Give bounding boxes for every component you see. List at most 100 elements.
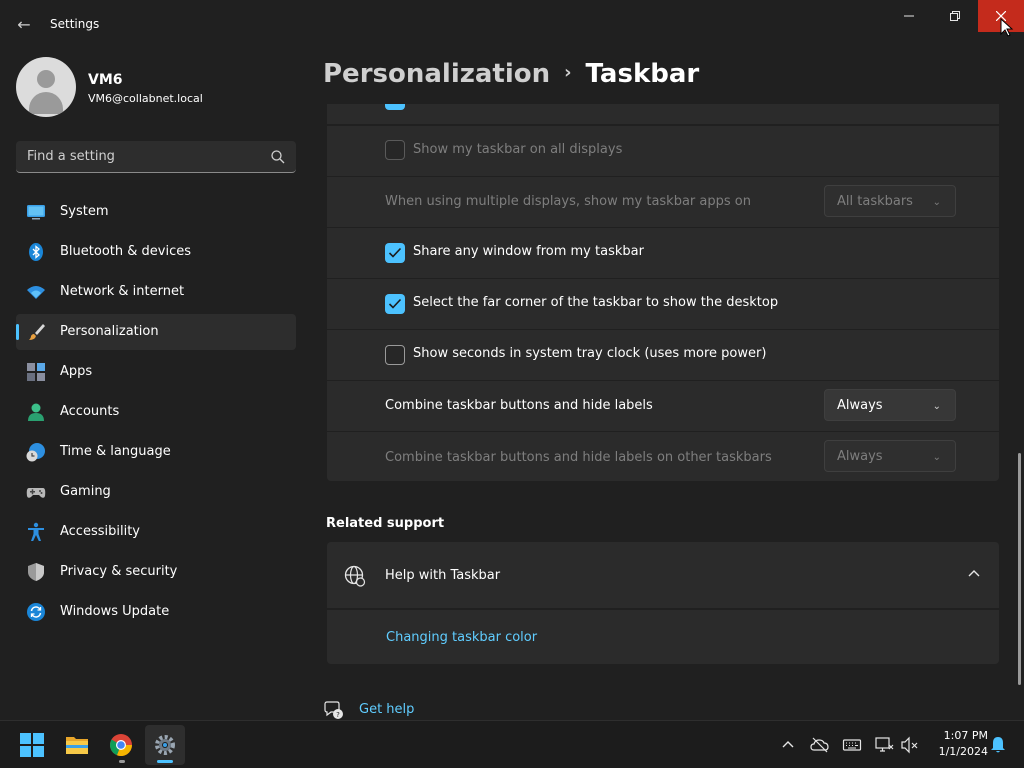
keyboard-icon[interactable] <box>842 735 862 755</box>
apps-icon <box>27 363 45 381</box>
setting-row-combine-other: Combine taskbar buttons and hide labels … <box>327 432 999 481</box>
avatar[interactable] <box>16 57 76 117</box>
breadcrumb-parent[interactable]: Personalization <box>323 59 550 89</box>
setting-row-all-displays: Show my taskbar on all displays <box>327 126 999 176</box>
sidebar-item-label: Accounts <box>60 404 120 419</box>
all-displays-checkbox[interactable] <box>385 140 405 160</box>
setting-row-multi-display: When using multiple displays, show my ta… <box>327 177 999 227</box>
show-seconds-label: Show seconds in system tray clock (uses … <box>413 346 767 361</box>
volume-muted-icon[interactable] <box>900 735 920 755</box>
sidebar-item-privacy[interactable]: Privacy & security <box>16 554 296 590</box>
sidebar-item-accounts[interactable]: Accounts <box>16 394 296 430</box>
chevron-down-icon: ⌄ <box>932 401 941 412</box>
sidebar-item-label: Time & language <box>60 444 171 459</box>
chevron-down-icon: ⌄ <box>932 197 941 208</box>
bluetooth-icon <box>29 243 43 261</box>
sidebar-item-network[interactable]: Network & internet <box>16 274 296 310</box>
app-title: Settings <box>50 17 100 31</box>
combine-other-label: Combine taskbar buttons and hide labels … <box>385 450 772 465</box>
sidebar-item-system[interactable]: System <box>16 194 296 230</box>
sidebar-item-personalization[interactable]: Personalization <box>16 314 296 350</box>
changing-taskbar-color-link[interactable]: Changing taskbar color <box>386 630 537 645</box>
sidebar-item-label: Windows Update <box>60 604 170 619</box>
multi-display-label: When using multiple displays, show my ta… <box>385 194 751 209</box>
help-chat-icon: ? <box>324 701 343 719</box>
svg-text:?: ? <box>336 711 340 719</box>
taskbar-settings[interactable] <box>145 725 185 765</box>
page-title: Taskbar <box>585 59 700 89</box>
sidebar-item-label: Bluetooth & devices <box>60 244 191 259</box>
taskbar-behaviors-list: Show my taskbar on all displays When usi… <box>327 104 999 481</box>
show-seconds-checkbox[interactable] <box>385 345 405 365</box>
accessibility-icon <box>28 522 44 541</box>
sidebar-item-bluetooth[interactable]: Bluetooth & devices <box>16 234 296 270</box>
restore-icon <box>950 11 960 21</box>
gamepad-icon <box>26 488 46 498</box>
onedrive-off-icon[interactable] <box>810 735 830 755</box>
start-button[interactable] <box>12 725 52 765</box>
user-email: VM6@collabnet.local <box>88 92 203 105</box>
far-corner-checkbox[interactable] <box>385 294 405 314</box>
system-display-icon <box>27 205 45 220</box>
scrollbar[interactable] <box>1018 453 1021 685</box>
checkmark-icon <box>388 247 402 258</box>
minimize-icon <box>904 15 914 17</box>
sidebar-item-accessibility[interactable]: Accessibility <box>16 514 296 550</box>
sidebar-item-label: Apps <box>60 364 93 379</box>
share-window-label: Share any window from my taskbar <box>413 244 644 259</box>
setting-row-partial <box>327 104 999 124</box>
search-icon <box>271 150 285 164</box>
update-sync-icon <box>27 603 45 621</box>
maximize-button[interactable] <box>932 0 978 32</box>
shield-icon <box>28 563 44 581</box>
minimize-button[interactable] <box>886 0 932 32</box>
combine-buttons-dropdown[interactable]: Always ⌄ <box>824 389 956 421</box>
setting-row-show-seconds: Show seconds in system tray clock (uses … <box>327 330 999 380</box>
far-corner-label: Select the far corner of the taskbar to … <box>413 295 779 310</box>
checkbox-partial[interactable] <box>385 104 405 110</box>
globe-icon <box>344 565 366 587</box>
multi-display-dropdown[interactable]: All taskbars ⌄ <box>824 185 956 217</box>
paintbrush-icon <box>29 324 45 340</box>
search-input[interactable]: Find a setting <box>27 149 115 164</box>
dropdown-value: Always <box>837 398 883 413</box>
sidebar-item-label: Personalization <box>60 324 159 339</box>
breadcrumb: Personalization › Taskbar <box>323 59 699 89</box>
get-help-label: Get help <box>359 702 415 717</box>
sidebar-item-windows-update[interactable]: Windows Update <box>16 594 296 630</box>
sidebar-item-label: Network & internet <box>60 284 185 299</box>
clock[interactable]: 1:07 PM 1/1/2024 <box>922 728 988 760</box>
sidebar-item-label: Accessibility <box>60 524 140 539</box>
search-box[interactable]: Find a setting <box>16 141 296 173</box>
chevron-right-icon: › <box>564 62 572 83</box>
taskbar-file-explorer[interactable] <box>57 725 97 765</box>
clock-time: 1:07 PM <box>943 729 988 742</box>
combine-buttons-label: Combine taskbar buttons and hide labels <box>385 398 653 413</box>
taskbar-chrome[interactable] <box>101 725 141 765</box>
network-icon[interactable] <box>874 735 894 755</box>
clock-date: 1/1/2024 <box>938 745 988 758</box>
taskbar: 1:07 PM 1/1/2024 <box>0 720 1024 768</box>
combine-other-dropdown[interactable]: Always ⌄ <box>824 440 956 472</box>
clock-globe-icon <box>26 443 45 462</box>
sidebar-item-apps[interactable]: Apps <box>16 354 296 390</box>
sidebar-item-gaming[interactable]: Gaming <box>16 474 296 510</box>
setting-row-combine-buttons: Combine taskbar buttons and hide labels … <box>327 381 999 431</box>
related-support-heading: Related support <box>326 516 445 531</box>
folder-icon <box>66 737 88 754</box>
checkmark-icon <box>388 298 402 309</box>
share-window-checkbox[interactable] <box>385 243 405 263</box>
help-with-taskbar-expander[interactable]: Help with Taskbar <box>327 542 999 608</box>
back-button[interactable]: ← <box>12 12 36 36</box>
sidebar-item-label: System <box>60 204 109 219</box>
bell-icon[interactable] <box>988 735 1008 755</box>
sidebar-nav: System Bluetooth & devices Network & int… <box>16 194 296 634</box>
wifi-icon <box>27 286 45 299</box>
chevron-up-icon[interactable] <box>778 735 798 755</box>
settings-gear-icon <box>155 735 175 755</box>
help-title: Help with Taskbar <box>385 568 501 583</box>
sidebar-item-label: Privacy & security <box>60 564 178 579</box>
setting-row-far-corner: Select the far corner of the taskbar to … <box>327 279 999 329</box>
sidebar-item-time-language[interactable]: Time & language <box>16 434 296 470</box>
chevron-up-icon[interactable] <box>967 566 981 580</box>
